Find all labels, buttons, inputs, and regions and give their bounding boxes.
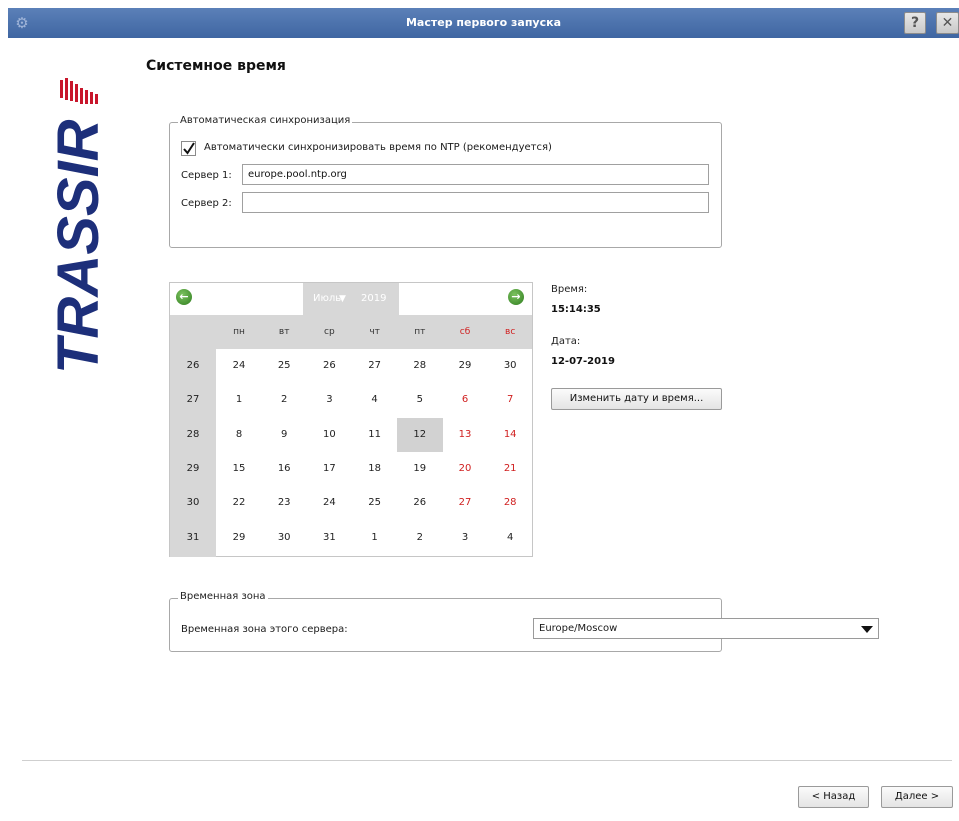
calendar-day[interactable]: 14	[487, 418, 533, 452]
date-label: Дата:	[551, 336, 581, 347]
calendar-day[interactable]: 22	[216, 486, 262, 520]
sync-group: Автоматическая синхронизация Автоматичес…	[169, 115, 722, 248]
close-button[interactable]: ✕	[936, 12, 959, 34]
calendar-day[interactable]: 4	[352, 383, 398, 417]
server1-input[interactable]	[242, 164, 709, 185]
calendar-day[interactable]: 3	[442, 521, 488, 555]
calendar-day[interactable]: 24	[306, 486, 352, 520]
help-button[interactable]: ?	[904, 12, 926, 34]
timezone-select[interactable]: Europe/Moscow	[533, 618, 879, 639]
title-bar: ⚙ Мастер первого запуска ? ✕	[8, 8, 959, 38]
weekday-header: чт	[369, 327, 380, 337]
week-number: 29	[186, 462, 200, 474]
week-number: 28	[186, 428, 200, 440]
calendar-day[interactable]: 26	[397, 486, 443, 520]
ntp-sync-checkbox[interactable]	[181, 141, 196, 156]
calendar-day[interactable]: 29	[216, 521, 262, 555]
timezone-label: Временная зона этого сервера:	[181, 624, 348, 635]
week-number: 27	[186, 394, 200, 406]
change-datetime-button[interactable]: Изменить дату и время...	[551, 388, 722, 410]
weekday-header: вт	[278, 327, 290, 337]
calendar: ← Июль ▼ 2019 → пн вт ср чт пт сб вс 26 24 25 26 27…	[169, 282, 533, 557]
week-number: 31	[186, 531, 200, 543]
calendar-day[interactable]: 1	[216, 383, 262, 417]
calendar-day[interactable]: 28	[397, 349, 443, 383]
calendar-day[interactable]: 31	[306, 521, 352, 555]
calendar-day[interactable]: 21	[487, 452, 533, 486]
footer-separator	[22, 760, 952, 761]
week-number: 26	[186, 360, 200, 371]
calendar-day[interactable]: 28	[487, 486, 533, 520]
calendar-header: ← Июль ▼ 2019 →	[170, 283, 532, 315]
calendar-day[interactable]: 8	[216, 418, 262, 452]
prev-month-icon[interactable]: ←	[176, 289, 192, 305]
calendar-day[interactable]: 2	[261, 383, 307, 417]
weekday-header: вс	[505, 327, 516, 337]
weekday-header: пт	[414, 327, 426, 337]
calendar-day[interactable]: 18	[352, 452, 398, 486]
calendar-day[interactable]: 20	[442, 452, 488, 486]
year-label[interactable]: 2019	[361, 293, 386, 304]
dropdown-arrow-icon	[861, 626, 873, 633]
calendar-day[interactable]: 25	[261, 349, 307, 383]
calendar-day[interactable]: 15	[216, 452, 262, 486]
calendar-day[interactable]: 23	[261, 486, 307, 520]
calendar-day[interactable]: 17	[306, 452, 352, 486]
month-year-selector[interactable]: Июль ▼ 2019	[303, 283, 399, 315]
calendar-day[interactable]: 12	[396, 417, 443, 452]
calendar-day[interactable]: 4	[487, 521, 533, 555]
weekday-header: пн	[233, 327, 245, 337]
calendar-day[interactable]: 19	[397, 452, 443, 486]
calendar-day[interactable]: 10	[306, 418, 352, 452]
week-number: 30	[186, 497, 200, 509]
calendar-day[interactable]: 27	[442, 486, 488, 520]
timezone-group: Временная зона Временная зона этого серв…	[169, 591, 879, 652]
server2-input[interactable]	[242, 192, 709, 213]
back-button[interactable]: < Назад	[798, 786, 869, 808]
time-label: Время:	[551, 284, 588, 295]
timezone-group-title: Временная зона	[178, 591, 268, 602]
weekday-header: ср	[324, 327, 335, 337]
calendar-day[interactable]: 13	[442, 418, 488, 452]
server1-label: Сервер 1:	[181, 170, 232, 181]
logo-stripes	[60, 78, 98, 104]
calendar-day[interactable]: 7	[487, 383, 533, 417]
checkmark-icon	[183, 142, 195, 155]
calendar-day[interactable]: 6	[442, 383, 488, 417]
chevron-down-icon: ▼	[339, 294, 346, 304]
calendar-day[interactable]: 9	[261, 418, 307, 452]
calendar-day[interactable]: 25	[352, 486, 398, 520]
logo-text: TRASSIR	[54, 119, 106, 374]
calendar-day[interactable]: 29	[442, 349, 488, 383]
sync-group-title: Автоматическая синхронизация	[178, 115, 353, 126]
date-value: 12-07-2019	[551, 356, 615, 367]
calendar-day[interactable]: 30	[487, 349, 533, 383]
window-title: Мастер первого запуска	[405, 16, 561, 29]
calendar-day[interactable]: 30	[261, 521, 307, 555]
calendar-day[interactable]: 2	[397, 521, 443, 555]
next-button[interactable]: Далее >	[881, 786, 953, 808]
calendar-day[interactable]: 26	[306, 349, 352, 383]
page-title: Системное время	[146, 58, 286, 74]
month-label[interactable]: Июль	[313, 293, 341, 304]
next-month-icon[interactable]: →	[508, 289, 524, 305]
calendar-day[interactable]: 27	[352, 349, 398, 383]
calendar-day[interactable]: 24	[216, 349, 262, 383]
calendar-day[interactable]: 1	[352, 521, 398, 555]
calendar-day[interactable]: 11	[352, 418, 398, 452]
server2-label: Сервер 2:	[181, 198, 232, 209]
calendar-day[interactable]: 3	[306, 383, 352, 417]
calendar-day[interactable]: 5	[397, 383, 443, 417]
ntp-sync-label[interactable]: Автоматически синхронизировать время по …	[204, 142, 552, 153]
trassir-logo: TRASSIR	[54, 78, 106, 374]
timezone-value: Europe/Moscow	[539, 623, 618, 634]
calendar-day[interactable]: 16	[261, 452, 307, 486]
weekday-header: сб	[459, 327, 471, 337]
time-value: 15:14:35	[551, 304, 601, 315]
